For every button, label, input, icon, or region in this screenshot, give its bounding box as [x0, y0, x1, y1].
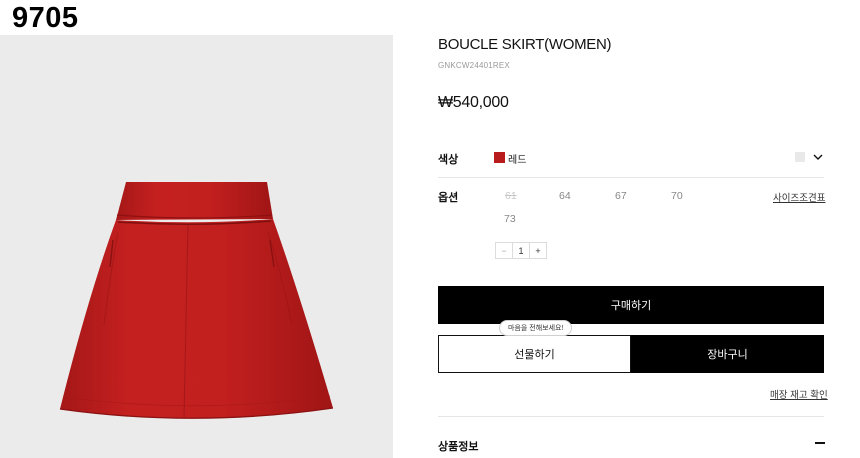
quantity-minus-button[interactable]: −	[496, 243, 513, 258]
color-swatch[interactable]	[494, 152, 505, 163]
product-info-label[interactable]: 상품정보	[438, 438, 478, 454]
product-code: GNKCW24401REX	[438, 61, 510, 70]
size-option-61[interactable]: 61	[505, 190, 517, 202]
product-price: ₩540,000	[438, 94, 509, 111]
divider	[438, 416, 824, 417]
quantity-stepper: − 1 +	[495, 242, 547, 259]
brand-logo[interactable]: 9705	[12, 2, 79, 35]
gift-tooltip: 마음을 전해보세요!	[499, 320, 573, 336]
buy-button[interactable]: 구매하기	[438, 286, 824, 324]
option-label: 옵션	[438, 192, 459, 204]
color-label: 색상	[438, 154, 459, 166]
size-option-70[interactable]: 70	[671, 190, 683, 202]
chevron-down-icon[interactable]	[811, 150, 825, 164]
size-option-64[interactable]: 64	[559, 190, 571, 202]
divider	[438, 177, 824, 178]
size-option-73[interactable]: 73	[504, 213, 516, 225]
store-stock-link[interactable]: 매장 재고 확인	[770, 387, 828, 401]
collapse-icon[interactable]	[815, 442, 825, 444]
product-image	[0, 35, 393, 458]
color-name: 레드	[508, 155, 527, 166]
quantity-plus-button[interactable]: +	[529, 243, 546, 258]
color-thumbnail[interactable]	[795, 152, 805, 162]
size-option-67[interactable]: 67	[615, 190, 627, 202]
product-title: BOUCLE SKIRT(WOMEN)	[438, 36, 612, 53]
cart-button[interactable]: 장바구니	[631, 335, 824, 373]
gift-button[interactable]: 선물하기	[438, 335, 631, 373]
size-chart-link[interactable]: 사이즈조견표	[773, 190, 825, 204]
quantity-value[interactable]: 1	[513, 243, 529, 258]
